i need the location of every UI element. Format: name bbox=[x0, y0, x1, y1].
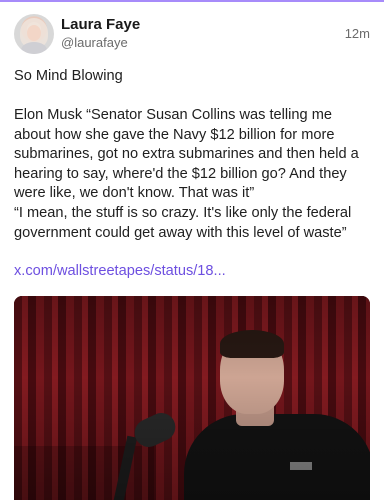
post-timestamp[interactable]: 12m bbox=[345, 26, 370, 41]
top-accent-bar bbox=[0, 0, 384, 2]
post-link[interactable]: x.com/wallstreetapes/status/18... bbox=[14, 262, 226, 282]
post-title: So Mind Blowing bbox=[14, 68, 123, 84]
avatar-face bbox=[27, 25, 41, 41]
author-handle[interactable]: @laurafaye bbox=[61, 35, 128, 50]
post-quote-1: Elon Musk “Senator Susan Collins was tel… bbox=[14, 107, 359, 201]
video-thumbnail[interactable] bbox=[14, 296, 370, 500]
author-name[interactable]: Laura Faye bbox=[61, 16, 140, 33]
post-quote-2: “I mean, the stuff is so crazy. It's lik… bbox=[14, 205, 352, 241]
avatar[interactable] bbox=[14, 14, 54, 54]
image-shade bbox=[14, 296, 370, 500]
avatar-body bbox=[21, 42, 47, 54]
post-header: Laura Faye @laurafaye 12m bbox=[14, 14, 370, 54]
